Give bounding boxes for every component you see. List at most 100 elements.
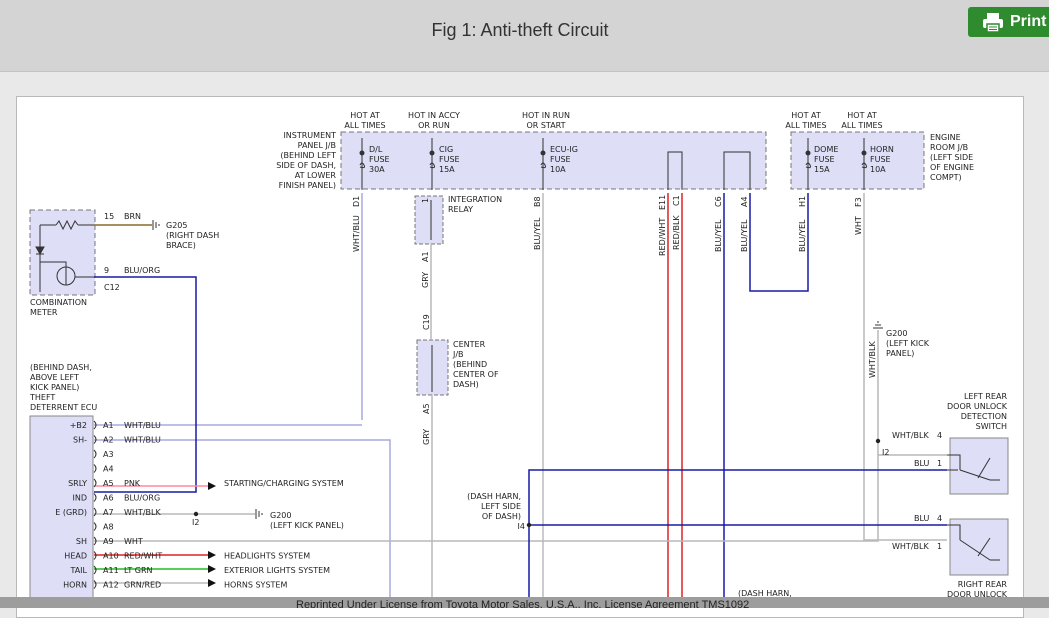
a7-ground-1: G200 xyxy=(270,511,291,520)
lr-label-1: LEFT REAR xyxy=(964,392,1007,401)
ecu-wire-color: PNK xyxy=(124,479,141,488)
pin-c1: C1 xyxy=(672,195,681,206)
ecu-pin-connector xyxy=(93,565,97,575)
license-text: Reprinted Under License from Toyota Moto… xyxy=(296,599,750,608)
ipjb-line-2: PANEL J/B xyxy=(298,141,336,150)
hot-cig-2: OR RUN xyxy=(418,121,450,130)
meter-pin-9: 9 xyxy=(104,266,109,275)
ecu-pin: A10 xyxy=(103,552,119,561)
erjb-line-3: (LEFT SIDE xyxy=(930,153,973,162)
erjb-line-5: COMPT) xyxy=(930,173,962,182)
left-rear-switch-box xyxy=(949,437,1009,495)
ecu-pin-connector xyxy=(93,449,97,459)
lr-wire-1: BLU xyxy=(914,459,930,468)
hot-horn-2: ALL TIMES xyxy=(841,121,882,130)
fuse-cig-2: FUSE xyxy=(439,155,460,164)
ecu-pin: A8 xyxy=(103,523,114,532)
fuse-dome-1: DOME xyxy=(814,145,838,154)
ipjb-line-4: SIDE OF DASH, xyxy=(276,161,336,170)
ecu-pin: A3 xyxy=(103,450,114,459)
dash-harn-3: OF DASH) xyxy=(482,512,521,521)
ecu-pin: A11 xyxy=(103,566,119,575)
lr-label-4: SWITCH xyxy=(976,422,1007,431)
ecu-pin: A5 xyxy=(103,479,114,488)
pin-relay-1: 1 xyxy=(421,198,430,203)
ecu-pin: A9 xyxy=(103,537,114,546)
rr-pin-1: 1 xyxy=(937,542,942,551)
arrow-heads xyxy=(208,482,216,587)
wire-bluyel-c6: BLU/YEL xyxy=(714,219,723,252)
ecu-destination: STARTING/CHARGING SYSTEM xyxy=(224,479,344,488)
fuse-horn-2: FUSE xyxy=(870,155,891,164)
ecu-wire-color: WHT/BLU xyxy=(124,436,161,445)
rr-pin-4: 4 xyxy=(937,514,942,523)
ecu-label: (BEHIND DASH, ABOVE LEFT KICK PANEL) THE… xyxy=(29,363,97,412)
cjb-line-2: J/B xyxy=(452,350,464,359)
center-jb-label: CENTER J/B (BEHIND CENTER OF DASH) xyxy=(452,340,499,389)
ecu-wire-color: BLU/ORG xyxy=(124,494,160,503)
ecu-pin: A12 xyxy=(103,581,119,590)
hot-dome-1: HOT AT xyxy=(791,111,821,120)
ipjb-line-5: AT LOWER xyxy=(295,171,337,180)
ecu-pin: A7 xyxy=(103,508,114,517)
meter-wire-9: BLU/ORG xyxy=(124,266,160,275)
rr-wire-4: BLU xyxy=(914,514,930,523)
fuse-ecuig-2: FUSE xyxy=(550,155,571,164)
ecu-terminal-name: SRLY xyxy=(68,479,87,488)
ecu-pin: A4 xyxy=(103,465,114,474)
meter-label-1: COMBINATION xyxy=(30,298,87,307)
hot-cig-1: HOT IN ACCY xyxy=(408,111,460,120)
meter-connector: C12 xyxy=(104,283,120,292)
ecu-pin-connector xyxy=(93,522,97,531)
pin-a5: A5 xyxy=(422,403,431,414)
erjb-line-2: ROOM J/B xyxy=(930,143,968,152)
hot-dl-2: ALL TIMES xyxy=(344,121,385,130)
pin-d1: D1 xyxy=(352,196,361,207)
ecu-wire-color: WHT/BLU xyxy=(124,421,161,430)
pin-f3: F3 xyxy=(854,197,863,207)
ecu-pin: A2 xyxy=(103,436,114,445)
hot-dome-2: ALL TIMES xyxy=(785,121,826,130)
fuse-dl-3: 30A xyxy=(369,165,385,174)
ecu-terminal-name: SH- xyxy=(73,436,87,445)
pin-c6: C6 xyxy=(714,196,723,207)
ground-symbols xyxy=(152,220,883,519)
erjb-line-4: OF ENGINE xyxy=(930,163,974,172)
ecu-label-2: ABOVE LEFT xyxy=(30,373,79,382)
fuse-dome-3: 15A xyxy=(814,165,830,174)
wire-runs xyxy=(94,193,947,606)
wire-whtblu: WHT/BLU xyxy=(352,215,361,252)
dash-harn-2: LEFT SIDE xyxy=(481,502,521,511)
dash-harness-labels: (DASH HARN, LEFT SIDE OF DASH) I4 xyxy=(467,492,525,531)
ecu-pin-connector xyxy=(93,580,97,589)
rr-wire-1: WHT/BLK xyxy=(892,542,929,551)
ecu-terminal-rows: +B2 A1 WHT/BLU SH- A2 WHT/BLU A3 A4 SRLY A5 PNK STA… xyxy=(55,420,344,590)
g205-line-2: (RIGHT DASH xyxy=(166,231,219,240)
ecu-label-5: DETERRENT ECU xyxy=(30,403,97,412)
ecu-wire-color: GRN/RED xyxy=(124,581,161,590)
cjb-line-4: CENTER OF xyxy=(453,370,499,379)
relay-line-1: INTEGRATION xyxy=(448,195,502,204)
ecu-wire-color: WHT xyxy=(124,537,143,546)
ecu-terminal-name: SH xyxy=(76,537,87,546)
ecu-terminal-name: IND xyxy=(72,494,87,503)
g200-line-2: (LEFT KICK xyxy=(886,339,930,348)
fuse-cig-3: 15A xyxy=(439,165,455,174)
fuse-horn-1: HORN xyxy=(870,145,894,154)
ecu-terminal-name: HORN xyxy=(63,581,87,590)
ecu-pin-connector xyxy=(93,493,97,502)
wire-bluyel-b8: BLU/YEL xyxy=(533,217,542,250)
ecu-destination: EXTERIOR LIGHTS SYSTEM xyxy=(224,566,330,575)
relay-line-2: RELAY xyxy=(448,205,473,214)
wire-gry-1: GRY xyxy=(421,272,430,288)
ecu-wire-color: RED/WHT xyxy=(124,552,162,561)
ecu-pin-connector xyxy=(93,464,97,473)
ecu-terminal-name: +B2 xyxy=(70,421,87,430)
ecu-pin: A6 xyxy=(103,494,114,503)
meter-label-2: METER xyxy=(30,308,58,317)
rr-label-1: RIGHT REAR xyxy=(958,580,1008,589)
splice-i4: I4 xyxy=(518,522,525,531)
fuse-cig-1: CIG xyxy=(439,145,453,154)
g200-ground-label: G200 (LEFT KICK PANEL) xyxy=(886,329,930,358)
ipjb-line-3: (BEHIND LEFT xyxy=(280,151,336,160)
